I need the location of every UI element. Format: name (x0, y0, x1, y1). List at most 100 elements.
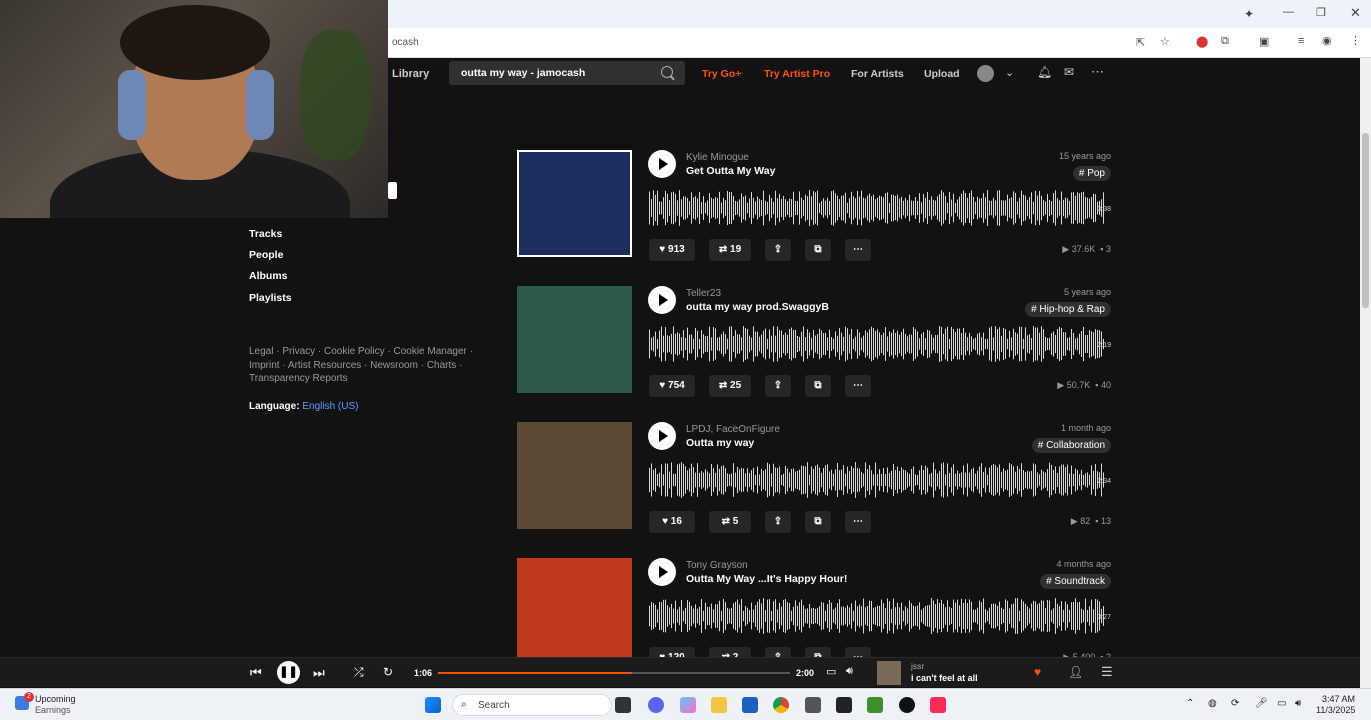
search-value[interactable]: outta my way - jamocash (461, 67, 585, 79)
track-artwork[interactable] (517, 286, 632, 393)
search-input[interactable]: outta my way - jamocash (449, 61, 685, 85)
track-artwork[interactable] (517, 558, 632, 657)
waveform[interactable] (649, 324, 1109, 364)
track-title[interactable]: Outta My Way ...It's Happy Hour! (686, 573, 847, 585)
notifications-bell-icon[interactable]: 🔔︎ (1037, 65, 1052, 79)
share-button[interactable]: ⇪ (765, 375, 791, 397)
extension-badge-icon[interactable]: ⬤ (1196, 35, 1208, 48)
waveform[interactable] (649, 188, 1109, 228)
copilot-icon[interactable] (680, 697, 696, 713)
steam-icon[interactable] (805, 697, 821, 713)
task-view-icon[interactable] (615, 697, 631, 713)
copy-link-button[interactable]: ⧉ (805, 375, 831, 397)
speaker-icon[interactable]: 🔊︎ (1295, 698, 1301, 709)
tray-overflow-icon[interactable]: ⌃ (1186, 698, 1194, 709)
progress-bar[interactable] (438, 672, 790, 674)
now-playing-artist[interactable]: jssr (911, 661, 924, 671)
windows-start-icon[interactable] (425, 697, 441, 713)
taskbar-search[interactable]: ⌕ Search (452, 694, 612, 716)
like-button[interactable]: ♥ 754 (649, 375, 695, 397)
tab-search-icon[interactable]: ▣ (1259, 35, 1269, 48)
more-button[interactable]: ⋯ (845, 239, 871, 261)
pause-button[interactable]: ❚❚ (277, 661, 300, 684)
sidebar-item-people[interactable]: People (249, 249, 283, 261)
media-control-icon[interactable]: ≡ (1298, 35, 1304, 47)
microphone-icon[interactable]: 🎤︎ (1255, 698, 1268, 709)
copy-link-button[interactable]: ⧉ (805, 511, 831, 533)
follow-user-icon[interactable]: 👤︎ (1068, 665, 1083, 679)
cast-icon[interactable]: ▭ (826, 665, 836, 678)
library-link[interactable]: Library (392, 68, 429, 80)
track-title[interactable]: outta my way prod.SwaggyB (686, 301, 829, 313)
like-button[interactable]: ♥ 913 (649, 239, 695, 261)
user-avatar[interactable] (977, 65, 994, 82)
more-button[interactable]: ⋯ (845, 511, 871, 533)
sidebar-item-playlists[interactable]: Playlists (249, 292, 292, 304)
shuffle-icon[interactable]: ⤮ (354, 665, 364, 680)
volume-icon[interactable]: 🔊︎ (846, 665, 853, 678)
play-button[interactable] (648, 150, 676, 178)
sidebar-handle[interactable] (388, 182, 397, 199)
scrollbar-thumb[interactable] (1362, 133, 1369, 308)
search-icon[interactable] (661, 66, 673, 78)
footer-line[interactable]: Imprint · Artist Resources · Newsroom · … (249, 359, 489, 373)
waveform[interactable] (649, 596, 1109, 636)
previous-track-icon[interactable]: ⏮ (250, 665, 262, 681)
try-go-plus-link[interactable]: Try Go+ (702, 68, 741, 80)
language-value[interactable]: English (US) (302, 401, 358, 412)
copy-link-button[interactable]: ⧉ (805, 239, 831, 261)
widget-subtitle[interactable]: Earnings (35, 705, 71, 715)
repost-button[interactable]: ⇄ 25 (709, 375, 751, 397)
profile-avatar-icon[interactable]: ◉ (1322, 34, 1332, 47)
waveform[interactable] (649, 460, 1109, 500)
like-heart-icon[interactable]: ♥ (1034, 665, 1041, 679)
extensions-icon[interactable]: ⧉ (1221, 35, 1229, 48)
file-explorer-icon[interactable] (711, 697, 727, 713)
track-artist[interactable]: Tony Grayson (686, 560, 748, 571)
minimize-icon[interactable]: — (1283, 6, 1294, 18)
play-button[interactable] (648, 422, 676, 450)
genre-tag[interactable]: # Soundtrack (1040, 574, 1111, 589)
for-artists-link[interactable]: For Artists (851, 68, 904, 80)
network-icon[interactable]: ▭ (1277, 698, 1286, 709)
genre-tag[interactable]: # Collaboration (1031, 438, 1111, 453)
repeat-icon[interactable]: ↻ (383, 665, 393, 679)
url-text[interactable]: ocash (392, 37, 419, 48)
share-button[interactable]: ⇪ (765, 511, 791, 533)
clock-date[interactable]: 11/3/2025 (1316, 705, 1355, 715)
now-playing-artwork[interactable] (877, 661, 901, 685)
queue-icon[interactable]: ☰ (1101, 664, 1113, 680)
minecraft-icon[interactable] (867, 697, 883, 713)
sidebar-item-albums[interactable]: Albums (249, 270, 288, 282)
restore-icon[interactable]: ❐ (1316, 6, 1326, 19)
genre-tag[interactable]: # Hip-hop & Rap (1025, 302, 1111, 317)
repost-button[interactable]: ⇄ 5 (709, 511, 751, 533)
epic-games-icon[interactable] (836, 697, 852, 713)
clock-time[interactable]: 3:47 AM (1322, 694, 1355, 704)
track-artwork[interactable] (517, 150, 632, 257)
tray-app-icon[interactable]: ◍ (1208, 698, 1217, 709)
store-icon[interactable] (742, 697, 758, 713)
track-title[interactable]: Outta my way (686, 437, 754, 449)
genre-tag[interactable]: # Pop (1072, 166, 1111, 181)
track-title[interactable]: Get Outta My Way (686, 165, 775, 177)
more-button[interactable]: ⋯ (845, 375, 871, 397)
next-track-icon[interactable]: ⏭ (313, 665, 325, 681)
play-button[interactable] (648, 558, 676, 586)
bookmark-star-icon[interactable]: ☆ (1160, 35, 1170, 48)
track-artist[interactable]: Kylie Minogue (686, 152, 749, 163)
widget-title[interactable]: Upcoming (35, 694, 76, 704)
footer-line[interactable]: Transparency Reports (249, 372, 489, 386)
language-selector[interactable]: Language: English (US) (249, 401, 358, 412)
footer-links[interactable]: Legal · Privacy · Cookie Policy · Cookie… (249, 345, 489, 386)
tiktok-icon[interactable] (930, 697, 946, 713)
share-button[interactable]: ⇪ (765, 239, 791, 261)
track-artwork[interactable] (517, 422, 632, 529)
chrome-menu-icon[interactable]: ⋮ (1350, 34, 1361, 47)
track-artist[interactable]: LPDJ, FaceOnFigure (686, 424, 780, 435)
repost-button[interactable]: ⇄ 19 (709, 239, 751, 261)
more-menu-icon[interactable]: ⋯ (1091, 64, 1104, 80)
gemini-sparkle-icon[interactable]: ✦ (1244, 7, 1254, 21)
install-app-icon[interactable]: ⇱ (1136, 36, 1145, 49)
like-button[interactable]: ♥ 16 (649, 511, 695, 533)
